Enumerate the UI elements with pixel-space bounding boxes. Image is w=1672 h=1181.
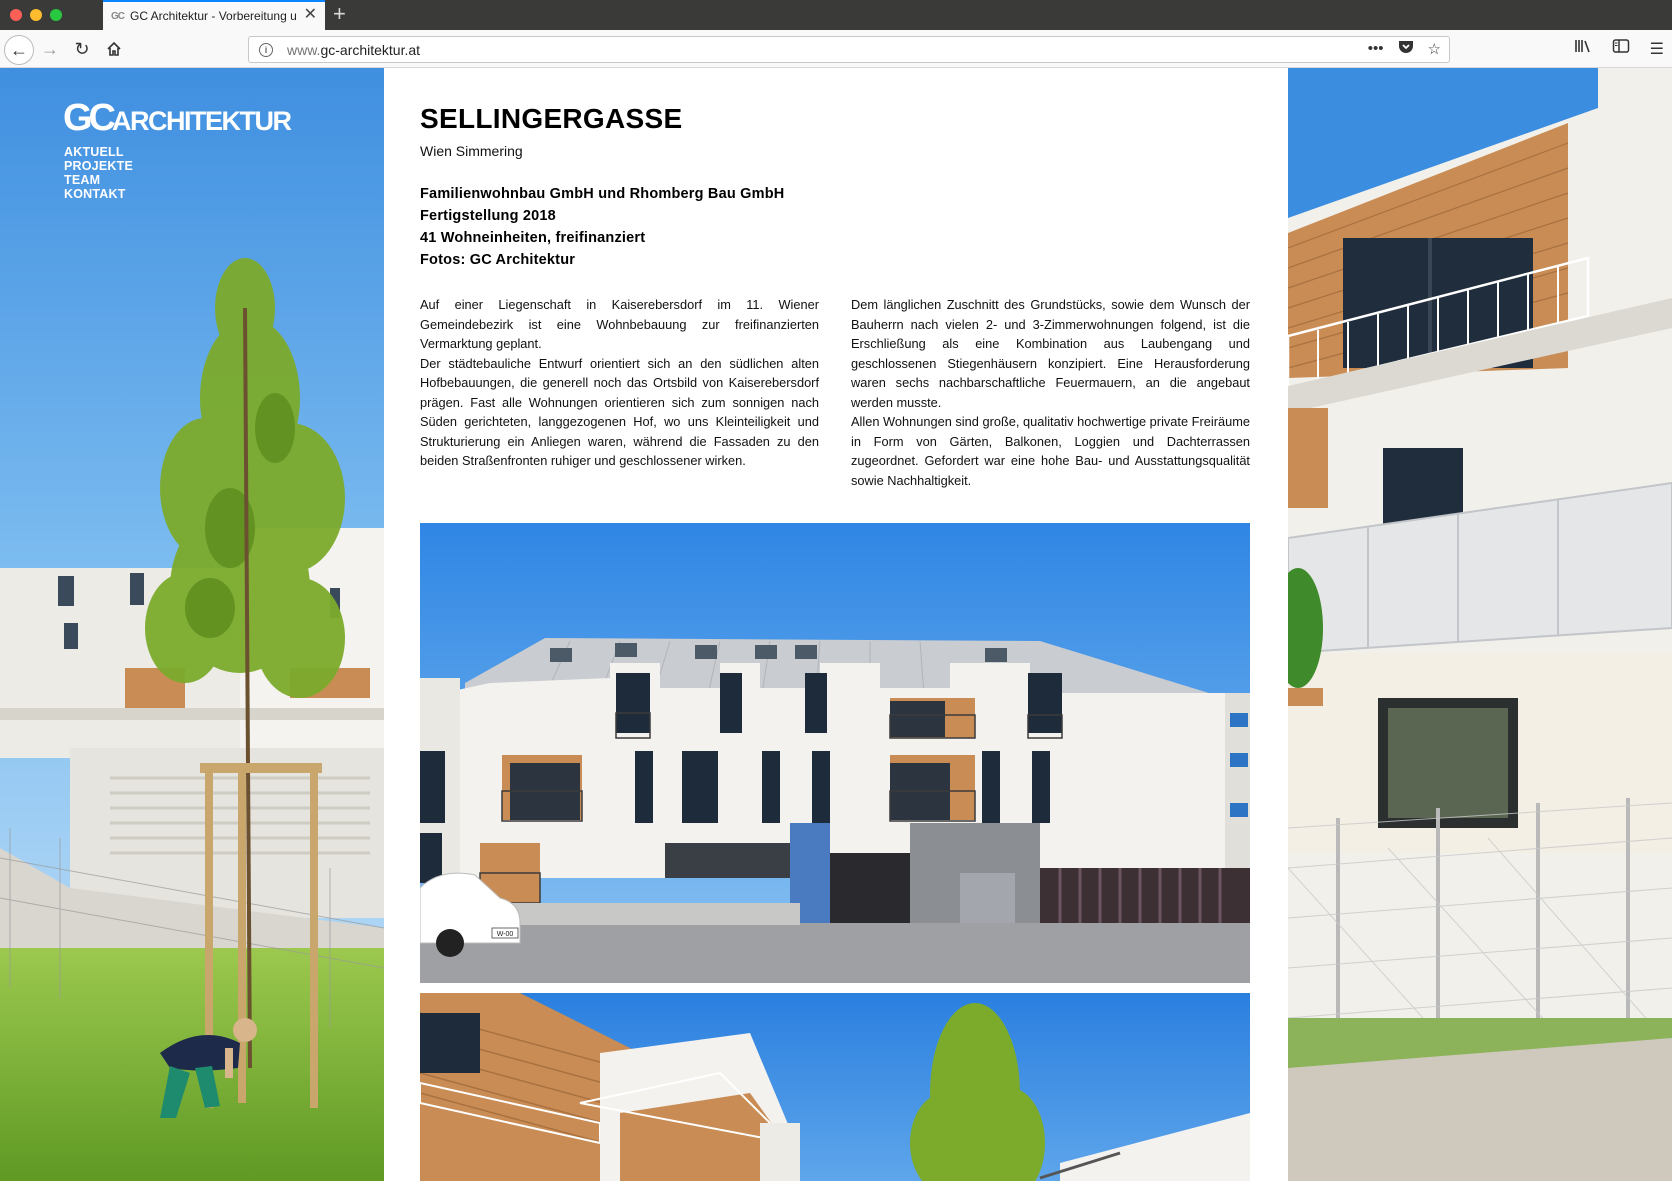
paragraph: Allen Wohnungen sind große, qualitativ h… — [851, 414, 1250, 488]
pocket-icon[interactable] — [1398, 39, 1414, 58]
close-tab-icon[interactable]: ✕ — [304, 7, 317, 23]
project-facts: Familienwohnbau GmbH und Rhomberg Bau Gm… — [420, 183, 784, 271]
description-column-2: Dem länglichen Zuschnitt des Grundstücks… — [851, 295, 1250, 490]
nav-link-aktuell[interactable]: AKTUELL — [64, 145, 133, 159]
paragraph: Dem länglichen Zuschnitt des Grundstücks… — [851, 297, 1250, 410]
minimize-window-button[interactable] — [30, 9, 42, 21]
nav-link-team[interactable]: TEAM — [64, 173, 133, 187]
sidebar-icon[interactable] — [1612, 38, 1630, 59]
fact-photos: Fotos: GC Architektur — [420, 252, 576, 268]
close-window-button[interactable] — [10, 9, 22, 21]
more-icon[interactable]: ••• — [1368, 40, 1384, 57]
project-content: SELLINGERGASSE Wien Simmering Familienwo… — [384, 68, 1288, 1181]
favicon-icon: GC — [111, 10, 125, 22]
site-logo[interactable]: GCARCHITEKTUR — [63, 97, 292, 140]
reload-icon[interactable]: ↻ — [70, 37, 94, 61]
web-page: GCARCHITEKTUR AKTUELL PROJEKTE TEAM KONT… — [0, 68, 1672, 1181]
navigation-toolbar: ← → ↻ i www.gc-architektur.at ••• ☆ ☰ — [0, 30, 1672, 68]
project-photo-street-facade[interactable]: W-00 — [420, 523, 1250, 983]
bookmark-star-icon[interactable]: ☆ — [1428, 40, 1441, 58]
back-icon[interactable]: ← — [4, 35, 34, 65]
paragraph: Der städtebauliche Entwurf orientiert si… — [420, 355, 819, 469]
nav-link-projekte[interactable]: PROJEKTE — [64, 159, 133, 173]
tab-title: GC Architektur - Vorbereitung u — [130, 9, 297, 23]
menu-icon[interactable]: ☰ — [1650, 39, 1664, 59]
address-bar[interactable]: i www.gc-architektur.at ••• ☆ — [248, 36, 1450, 63]
fact-units: 41 Wohneinheiten, freifinanziert — [420, 230, 646, 246]
site-navigation: AKTUELL PROJEKTE TEAM KONTAKT — [64, 145, 133, 201]
project-location: Wien Simmering — [420, 143, 523, 159]
library-icon[interactable] — [1574, 38, 1592, 59]
forward-icon[interactable]: → — [38, 37, 62, 61]
browser-tab[interactable]: GC GC Architektur - Vorbereitung u ✕ — [103, 0, 325, 30]
fact-completion: Fertigstellung 2018 — [420, 208, 556, 224]
fact-client: Familienwohnbau GmbH und Rhomberg Bau Gm… — [420, 186, 785, 202]
car-license-plate: W-00 — [497, 931, 514, 938]
left-background-photo: GCARCHITEKTUR AKTUELL PROJEKTE TEAM KONT… — [0, 68, 384, 1181]
description-column-1: Auf einer Liegenschaft in Kaiserebersdor… — [420, 295, 819, 490]
url-text[interactable]: www.gc-architektur.at — [287, 42, 420, 58]
project-title: SELLINGERGASSE — [420, 103, 683, 134]
right-background-photo — [1288, 68, 1672, 1181]
project-photo-courtyard[interactable] — [420, 993, 1250, 1181]
tab-bar: GC GC Architektur - Vorbereitung u ✕ + — [0, 0, 1672, 30]
project-description: Auf einer Liegenschaft in Kaiserebersdor… — [420, 295, 1250, 490]
nav-link-kontakt[interactable]: KONTAKT — [64, 187, 133, 201]
zoom-window-button[interactable] — [50, 9, 62, 21]
paragraph: Auf einer Liegenschaft in Kaiserebersdor… — [420, 297, 819, 351]
new-tab-button[interactable]: + — [333, 3, 346, 25]
info-icon[interactable]: i — [259, 42, 273, 57]
home-icon[interactable] — [102, 37, 126, 61]
